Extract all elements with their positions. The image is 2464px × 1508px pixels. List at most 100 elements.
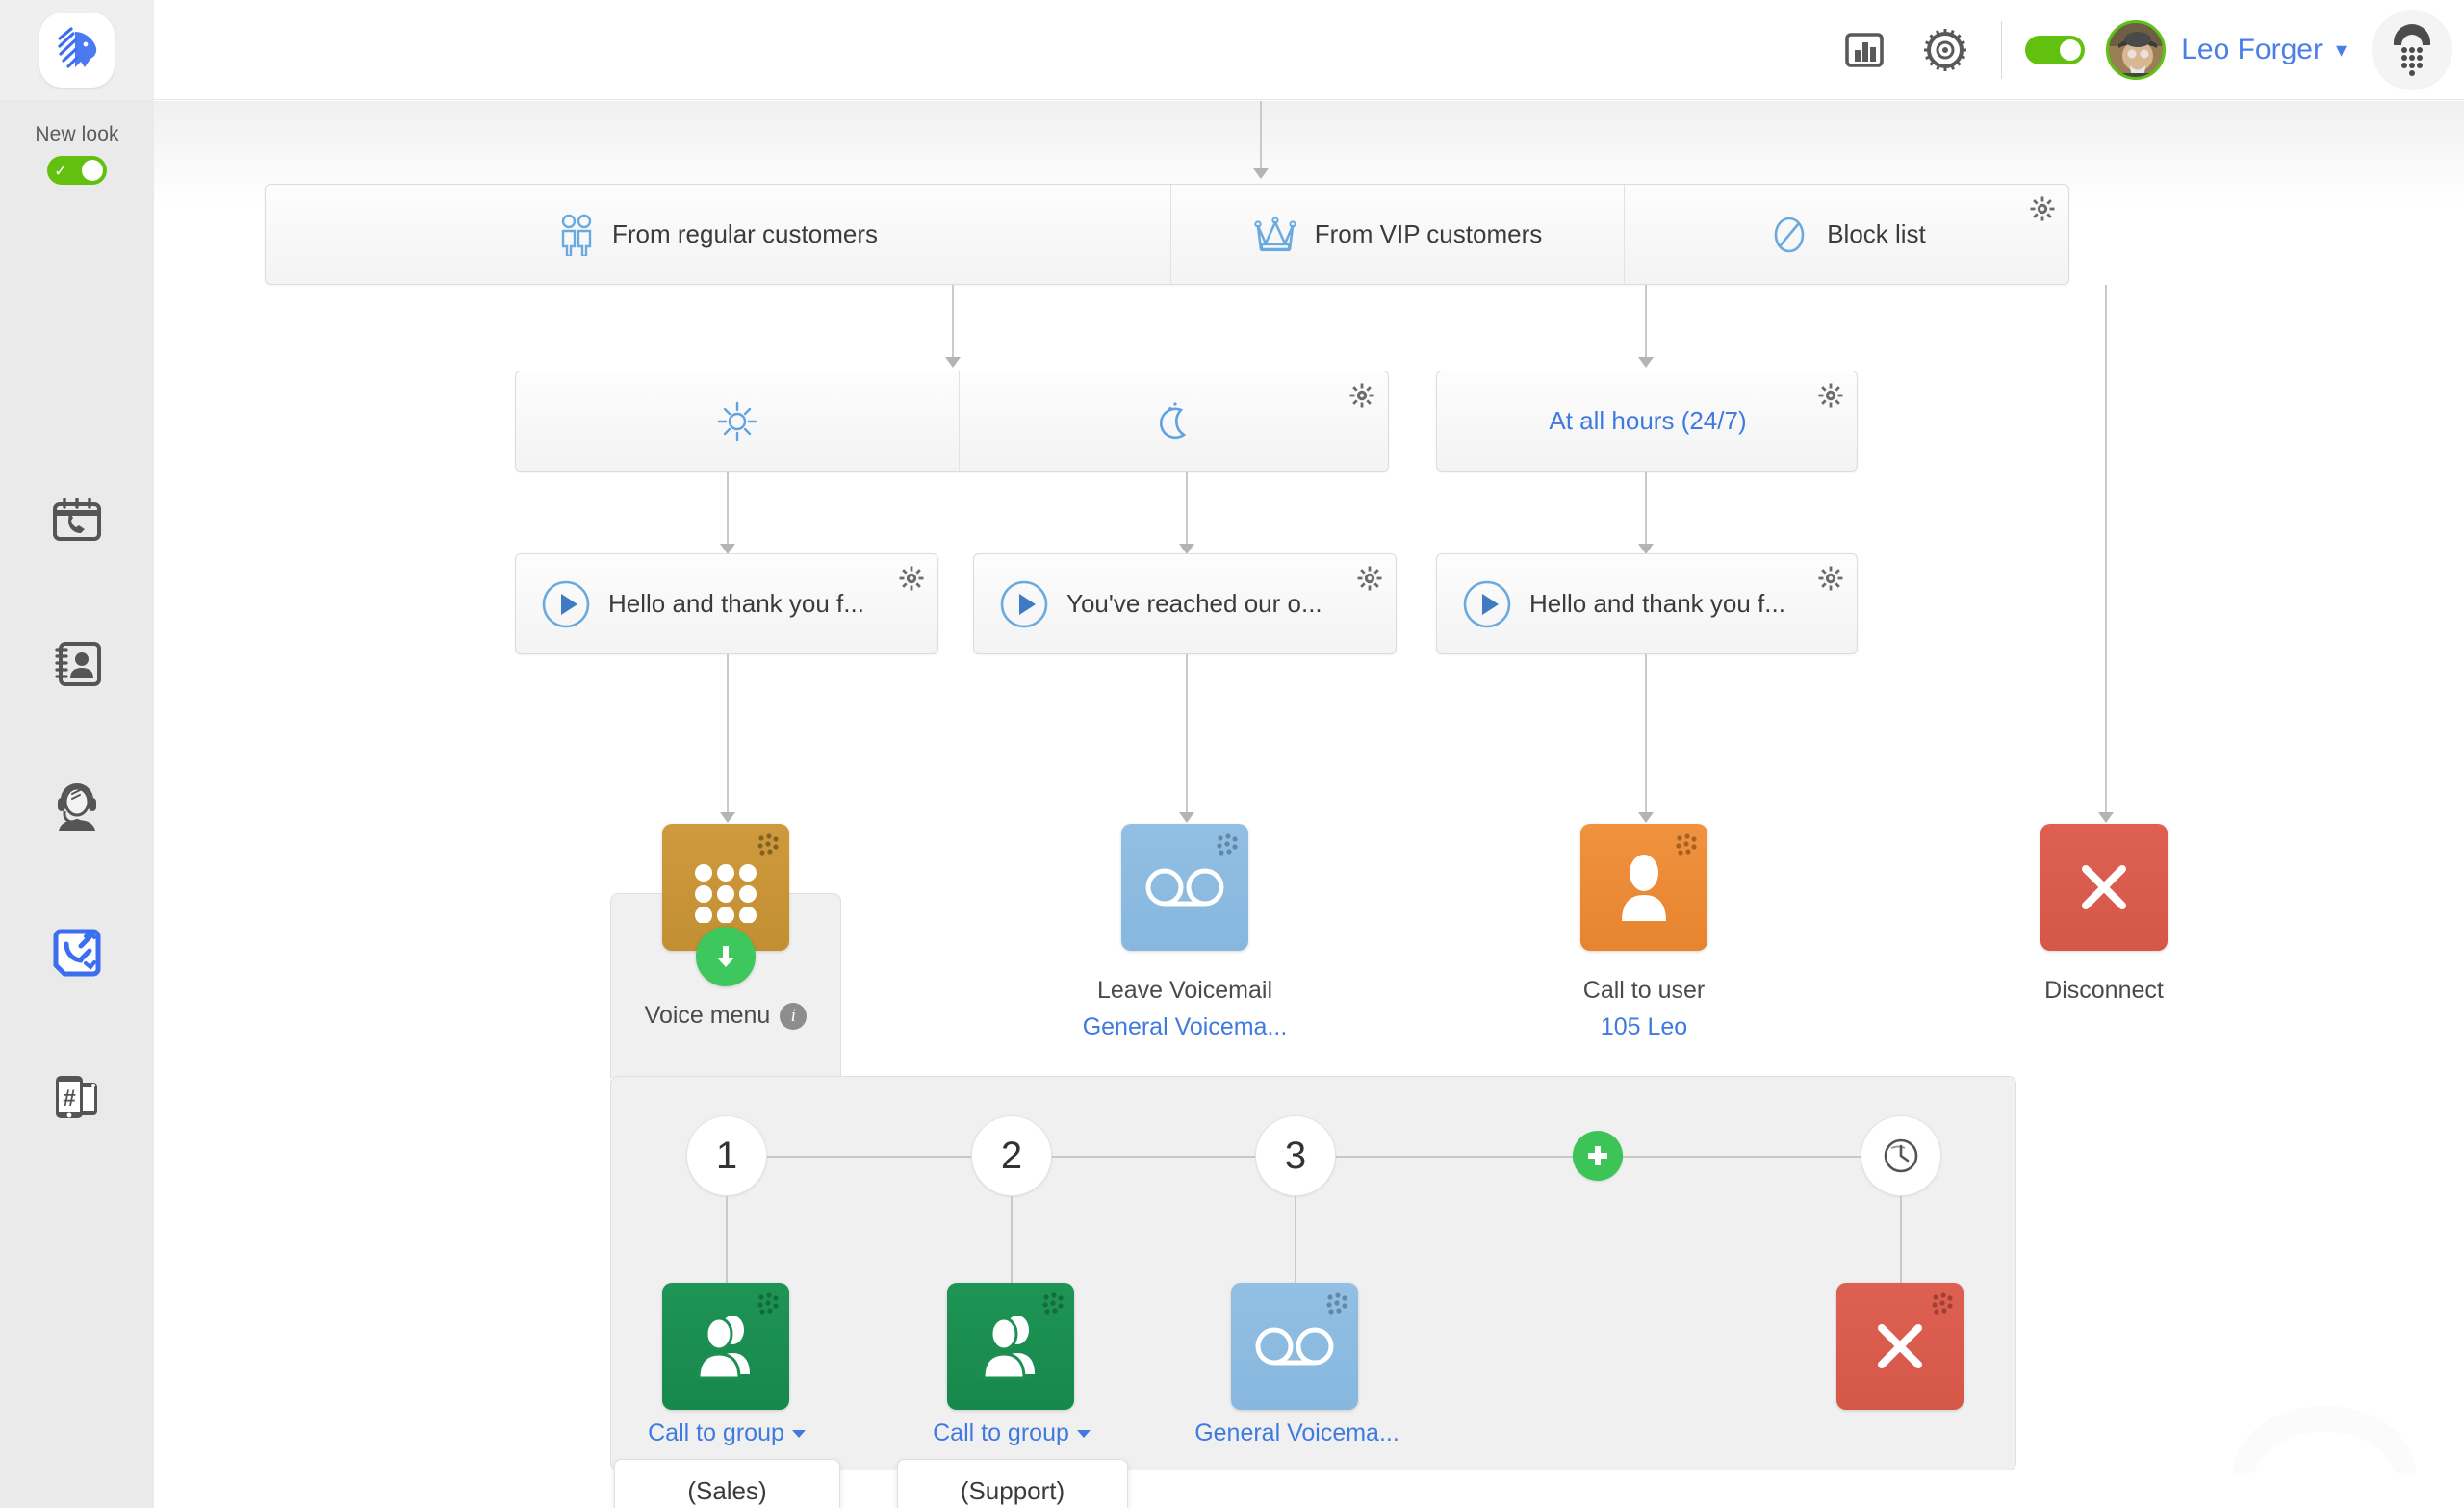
- call-to-group-support-tile[interactable]: [947, 1283, 1074, 1410]
- new-look-toggle-group[interactable]: New look ✓: [0, 123, 154, 185]
- check-icon: ✓: [54, 161, 68, 180]
- gear-icon[interactable]: [1357, 566, 1382, 591]
- gear-icon[interactable]: [1818, 383, 1843, 408]
- info-icon[interactable]: i: [780, 1003, 808, 1031]
- call-to-user-tile[interactable]: [1580, 824, 1707, 951]
- single-user-icon: [1622, 855, 1666, 921]
- group-popover-sales: (Sales) 100 John 101 Peter: [614, 1459, 840, 1508]
- gear-cog-icon: [1924, 29, 1967, 71]
- voice-menu-expand-badge[interactable]: [696, 927, 756, 986]
- greeting-label: Hello and thank you f...: [1529, 589, 1785, 618]
- two-users-icon: [982, 1316, 1035, 1380]
- new-look-label: New look: [35, 123, 119, 145]
- connector-r1-r2-left: [952, 285, 954, 359]
- drag-grip-icon[interactable]: [1324, 1291, 1349, 1316]
- drag-grip-icon[interactable]: [1215, 832, 1240, 857]
- connector-greeting2-voicemail: [1186, 654, 1188, 814]
- greeting-card-3[interactable]: Hello and thank you f...: [1436, 553, 1858, 654]
- sidebar-item-phone-numbers[interactable]: #: [29, 1049, 125, 1145]
- timeout-disconnect-tile[interactable]: [1836, 1283, 1964, 1410]
- general-voicemail-link[interactable]: General Voicema...: [1179, 1419, 1415, 1447]
- dtmf-key-label: 1: [715, 1134, 738, 1177]
- call-to-group-sales-tile[interactable]: [662, 1283, 789, 1410]
- connector-arrow: [720, 812, 735, 823]
- chevron-down-icon[interactable]: [791, 1430, 806, 1439]
- sidebar-item-contacts[interactable]: [29, 616, 125, 712]
- drag-grip-icon[interactable]: [1674, 832, 1699, 857]
- greeting-card-1[interactable]: Hello and thank you f...: [515, 553, 938, 654]
- sidebar-item-call-routing[interactable]: [29, 905, 125, 1001]
- availability-toggle[interactable]: [2025, 36, 2086, 64]
- group-popover-support: (Support) 102 Jessica 104 Allie: [897, 1459, 1128, 1508]
- add-dtmf-key-button[interactable]: [1573, 1131, 1623, 1181]
- card-segment-greeting[interactable]: Hello and thank you f...: [1462, 554, 1839, 653]
- caller-type-card[interactable]: From regular customers From VIP customer…: [265, 184, 2069, 285]
- dialpad-button[interactable]: [2372, 10, 2452, 90]
- card-segment-all-hours[interactable]: At all hours (24/7): [1437, 371, 1859, 471]
- sidebar-item-call-history[interactable]: [29, 472, 125, 568]
- call-to-group-support-link[interactable]: Call to group: [915, 1419, 1108, 1447]
- caller-type-label: From VIP customers: [1314, 219, 1543, 248]
- bar-chart-icon: [1845, 33, 1885, 67]
- drag-grip-icon[interactable]: [1930, 1291, 1955, 1316]
- header-right-cluster: Leo Forger ▾: [1824, 0, 2464, 100]
- call-to-group-label: Call to group: [648, 1419, 784, 1446]
- connector-key1-target: [726, 1196, 728, 1285]
- voice-menu-title-row: Voice menu i: [610, 1002, 841, 1031]
- connector-greeting3-calltouser: [1645, 654, 1647, 814]
- dtmf-key-2[interactable]: 2: [971, 1115, 1052, 1196]
- chevron-down-icon[interactable]: [1076, 1430, 1091, 1439]
- lion-face: [75, 32, 97, 67]
- all-hours-label[interactable]: At all hours (24/7): [1549, 406, 1746, 436]
- chevron-down-icon[interactable]: ▾: [2336, 38, 2347, 63]
- schedule-card-right[interactable]: At all hours (24/7): [1436, 371, 1858, 472]
- drag-grip-icon[interactable]: [756, 832, 781, 857]
- gear-icon[interactable]: [899, 566, 924, 591]
- gear-icon[interactable]: [2030, 196, 2055, 221]
- connector-blocklist-disconnect: [2105, 285, 2107, 814]
- agent-headset-icon: [58, 783, 96, 831]
- lion-head-logo[interactable]: [39, 13, 115, 88]
- phone-numbers-icon: #: [56, 1076, 97, 1118]
- general-voicemail-tile[interactable]: [1231, 1283, 1358, 1410]
- call-to-user-sub[interactable]: 105 Leo: [1451, 1013, 1836, 1041]
- dtmf-key-1[interactable]: 1: [686, 1115, 767, 1196]
- card-segment-daytime[interactable]: [516, 371, 959, 471]
- connector-arrow: [1179, 812, 1194, 823]
- connector-day-greeting: [727, 472, 729, 546]
- leave-voicemail-tile[interactable]: [1121, 824, 1248, 951]
- call-routing-icon: [53, 929, 101, 977]
- card-segment-vip[interactable]: From VIP customers: [1171, 185, 1624, 284]
- avatar[interactable]: [2106, 20, 2167, 80]
- voice-menu-title: Voice menu: [644, 1002, 771, 1029]
- voicemail-icon: [1145, 868, 1224, 907]
- greeting-card-2[interactable]: You've reached our o...: [973, 553, 1397, 654]
- call-flow-canvas[interactable]: From regular customers From VIP customer…: [154, 101, 2464, 1508]
- card-segment-greeting[interactable]: You've reached our o...: [999, 554, 1378, 653]
- call-to-user-title: Call to user: [1582, 977, 1706, 1004]
- stats-button[interactable]: [1824, 0, 1905, 100]
- new-look-switch[interactable]: ✓: [47, 156, 107, 185]
- card-segment-regular[interactable]: From regular customers: [266, 185, 1170, 284]
- card-segment-nighttime[interactable]: [960, 371, 1390, 471]
- sidebar-logo-container[interactable]: [0, 0, 154, 100]
- schedule-card-left[interactable]: [515, 371, 1389, 472]
- leave-voicemail-sub[interactable]: General Voicema...: [992, 1013, 1377, 1041]
- caller-type-label: Block list: [1827, 219, 1926, 248]
- connector-entry: [1260, 101, 1262, 170]
- user-name[interactable]: Leo Forger: [2181, 34, 2323, 66]
- gear-icon[interactable]: [1818, 566, 1843, 591]
- dtmf-key-3[interactable]: 3: [1255, 1115, 1336, 1196]
- card-segment-greeting[interactable]: Hello and thank you f...: [541, 554, 920, 653]
- sidebar-item-agents[interactable]: [29, 760, 125, 856]
- drag-grip-icon[interactable]: [756, 1291, 781, 1316]
- settings-button[interactable]: [1905, 0, 1986, 100]
- drag-grip-icon[interactable]: [1040, 1291, 1065, 1316]
- green-down-arrow-icon: [717, 946, 734, 967]
- call-to-group-sales-link[interactable]: Call to group: [630, 1419, 823, 1447]
- dtmf-timeout-key[interactable]: [1861, 1115, 1941, 1196]
- disconnect-tile[interactable]: [2040, 824, 2168, 951]
- gear-icon[interactable]: [1349, 383, 1374, 408]
- two-people-icon: [561, 214, 592, 256]
- card-segment-blocklist[interactable]: Block list: [1625, 185, 2070, 284]
